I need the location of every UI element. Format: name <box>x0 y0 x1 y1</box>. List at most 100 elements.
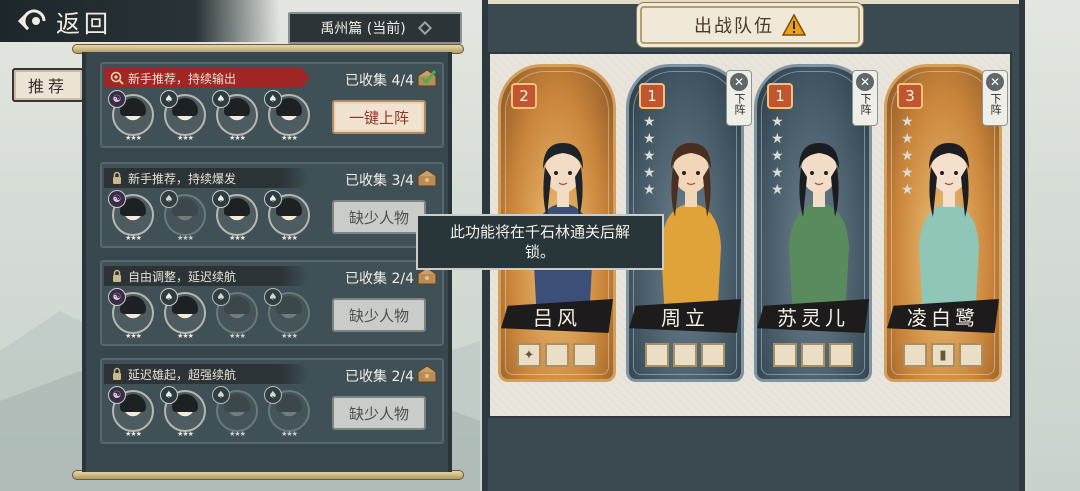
leaf-icon: ♠ <box>160 386 178 404</box>
equip-slot[interactable] <box>773 343 797 367</box>
hero-avatar[interactable]: ☯ ★★★ <box>108 190 154 242</box>
lineup-title-text: 新手推荐，持续输出 <box>128 71 237 86</box>
deploy-all-button[interactable]: 一键上阵 <box>332 100 426 134</box>
hero-avatar[interactable]: ♠ ★★★ <box>264 190 310 242</box>
chest-icon[interactable] <box>416 364 438 384</box>
lineup-title-text: 自由调整，延迟续航 <box>128 269 237 284</box>
lock-icon <box>113 367 121 380</box>
star-rating: ★★★ <box>229 134 246 142</box>
hero-avatar[interactable]: ♠ ★★★ <box>212 90 258 142</box>
cost-badge: 1 <box>767 83 793 109</box>
star-rating: ★★★ <box>125 332 142 340</box>
tab-recommend[interactable]: 推荐 <box>12 68 84 102</box>
back-label: 返回 <box>56 9 112 38</box>
yin-yang-icon: ☯ <box>108 288 126 306</box>
hero-portrait <box>789 143 849 321</box>
lineup-card[interactable]: 延迟雄起，超强续航 已收集 2/4 ☯ ★★★ ♠ ★★★ ♠ ★★★ ♠ ★★★ 缺少人物 <box>100 358 444 444</box>
lineup-title-text: 延迟雄起，超强续航 <box>128 367 237 382</box>
lineup-title: 新手推荐，持续爆发 <box>104 168 310 188</box>
star-rating: ★★★ <box>125 430 142 438</box>
remove-label: 下阵 <box>733 93 746 115</box>
collected-count: 已收集 2/4 <box>345 271 414 287</box>
remove-label: 下阵 <box>989 93 1002 115</box>
hero-avatar[interactable]: ☯ ★★★ <box>108 386 154 438</box>
chest-claimed-icon[interactable] <box>416 68 438 88</box>
missing-hero-button[interactable]: 缺少人物 <box>332 396 426 430</box>
lineup-title: 新手推荐，持续输出 <box>104 68 310 88</box>
equip-slot[interactable]: ▮ <box>931 343 955 367</box>
star-rating: ★★★ <box>177 134 194 142</box>
star-rating: ★★★ <box>229 332 246 340</box>
star-rating: ★★★ <box>281 234 298 242</box>
cost-badge: 3 <box>897 83 923 109</box>
leaf-icon: ♠ <box>160 90 178 108</box>
cost-badge: 1 <box>639 83 665 109</box>
hero-avatar[interactable]: ♠ ★★★ <box>160 386 206 438</box>
equipment-slots <box>773 343 853 367</box>
hero-avatar[interactable]: ♠ ★★★ <box>264 288 310 340</box>
equip-slot[interactable] <box>573 343 597 367</box>
hero-avatar[interactable]: ♠ ★★★ <box>212 386 258 438</box>
close-icon: ✕ <box>730 73 748 91</box>
lineup-title: 延迟雄起，超强续航 <box>104 364 310 384</box>
equip-slot[interactable]: ✦ <box>517 343 541 367</box>
missing-hero-button[interactable]: 缺少人物 <box>332 298 426 332</box>
cost-badge: 2 <box>511 83 537 109</box>
hero-avatar[interactable]: ♠ ★★★ <box>264 90 310 142</box>
team-header: 出战队伍 <box>640 6 860 44</box>
yin-yang-icon: ☯ <box>108 386 126 404</box>
star-rating: ★★★ <box>177 332 194 340</box>
close-icon: ✕ <box>856 73 874 91</box>
chest-icon[interactable] <box>416 168 438 188</box>
remove-hero-button[interactable]: ✕ 下阵 <box>982 70 1008 126</box>
equip-slot[interactable] <box>545 343 569 367</box>
collected-count: 已收集 4/4 <box>345 73 414 89</box>
remove-label: 下阵 <box>859 93 872 115</box>
remove-hero-button[interactable]: ✕ 下阵 <box>852 70 878 126</box>
star-rating: ★★★ <box>125 234 142 242</box>
hero-avatar[interactable]: ♠ ★★★ <box>212 288 258 340</box>
leaf-icon: ♠ <box>212 90 230 108</box>
chapter-label: 禹州篇 (当前) <box>320 21 406 37</box>
lineup-card[interactable]: 新手推荐，持续输出 已收集 4/4 ☯ ★★★ ♠ ★★★ ♠ ★★★ ♠ ★★★ 一键上阵 <box>100 62 444 148</box>
equip-slot[interactable] <box>801 343 825 367</box>
lock-icon <box>113 171 121 184</box>
close-icon: ✕ <box>986 73 1004 91</box>
hero-avatar[interactable]: ☯ ★★★ <box>108 288 154 340</box>
leaf-icon: ♠ <box>160 288 178 306</box>
star-rating: ★★★ <box>281 134 298 142</box>
star-rating: ★★★ <box>281 332 298 340</box>
missing-hero-button[interactable]: 缺少人物 <box>332 200 426 234</box>
hero-avatar[interactable]: ☯ ★★★ <box>108 90 154 142</box>
lineup-list[interactable]: 新手推荐，持续输出 已收集 4/4 ☯ ★★★ ♠ ★★★ ♠ ★★★ ♠ ★★★ 一键上阵新手推荐… <box>82 52 452 472</box>
yin-yang-icon: ☯ <box>108 190 126 208</box>
lineup-title-text: 新手推荐，持续爆发 <box>128 171 237 186</box>
hero-avatar[interactable]: ♠ ★★★ <box>160 190 206 242</box>
equip-slot[interactable] <box>829 343 853 367</box>
hero-avatar[interactable]: ♠ ★★★ <box>264 386 310 438</box>
equip-slot[interactable] <box>903 343 927 367</box>
hero-avatar[interactable]: ♠ ★★★ <box>212 190 258 242</box>
chapter-selector[interactable]: 禹州篇 (当前) <box>288 12 462 44</box>
team-title: 出战队伍 <box>694 16 774 37</box>
star-rating: ★★★ <box>177 430 194 438</box>
hero-avatar[interactable]: ♠ ★★★ <box>160 90 206 142</box>
hero-avatar[interactable]: ♠ ★★★ <box>160 288 206 340</box>
equip-slot[interactable] <box>673 343 697 367</box>
lineup-card[interactable]: 自由调整，延迟续航 已收集 2/4 ☯ ★★★ ♠ ★★★ ♠ ★★★ ♠ ★★★ 缺少人物 <box>100 260 444 346</box>
leaf-icon: ♠ <box>264 190 282 208</box>
warning-icon[interactable] <box>782 14 806 36</box>
star-rating: ★★★ <box>281 430 298 438</box>
equip-slot[interactable] <box>645 343 669 367</box>
equipment-slots: ▮ <box>903 343 983 367</box>
remove-hero-button[interactable]: ✕ 下阵 <box>726 70 752 126</box>
equip-slot[interactable] <box>959 343 983 367</box>
back-button[interactable]: 返回 <box>0 0 280 42</box>
lineup-avatars: ☯ ★★★ ♠ ★★★ ♠ ★★★ ♠ ★★★ <box>108 386 310 438</box>
collected-count: 已收集 2/4 <box>345 369 414 385</box>
lineup-avatars: ☯ ★★★ ♠ ★★★ ♠ ★★★ ♠ ★★★ <box>108 190 310 242</box>
lineup-card[interactable]: 新手推荐，持续爆发 已收集 3/4 ☯ ★★★ ♠ ★★★ ♠ ★★★ ♠ ★★★ 缺少人物 <box>100 162 444 248</box>
search-plus-icon <box>110 71 124 85</box>
equip-slot[interactable] <box>701 343 725 367</box>
star-rating: ★★★ <box>229 234 246 242</box>
